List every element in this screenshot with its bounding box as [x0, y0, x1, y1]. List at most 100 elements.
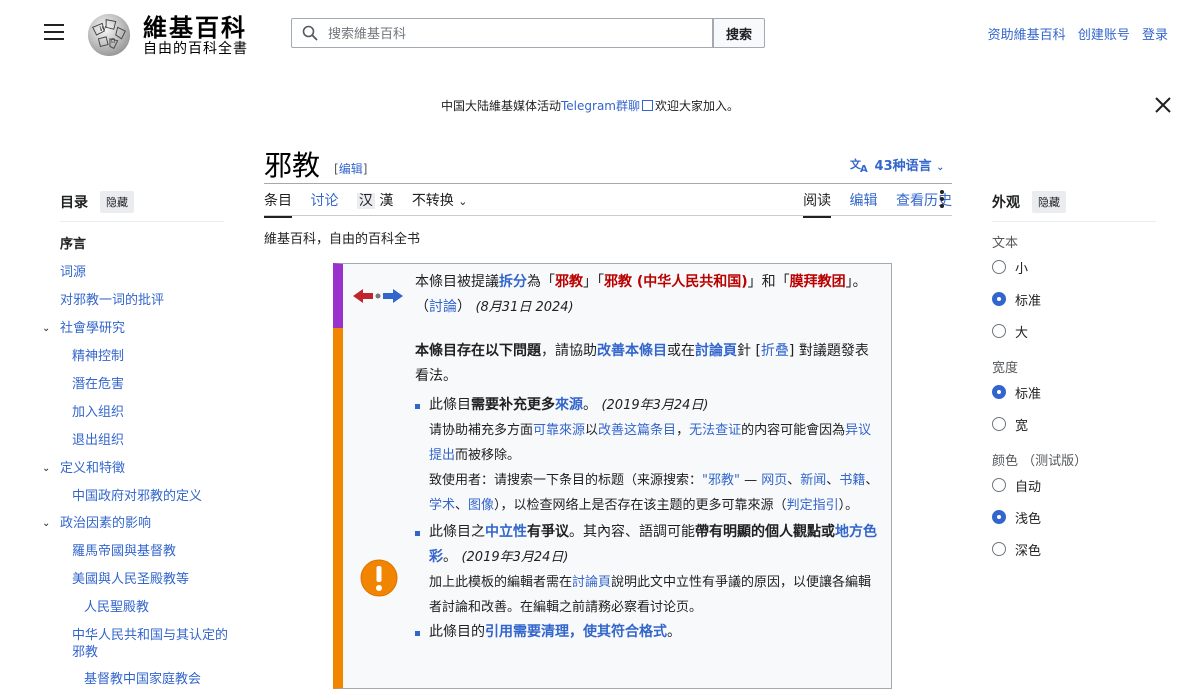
search-news-link[interactable]: 新闻: [800, 473, 826, 488]
color-option[interactable]: 浅色: [992, 501, 1156, 533]
radio-button[interactable]: [992, 510, 1006, 524]
language-button[interactable]: 文 A 43种语言 ⌄: [850, 155, 945, 175]
toc-item[interactable]: 序言: [60, 231, 230, 259]
toc-item[interactable]: 基督教中国家庭教会: [60, 666, 230, 694]
wikipedia-globe-logo[interactable]: W Ω: [84, 10, 134, 58]
text-size-option[interactable]: 大: [992, 315, 1156, 347]
toc-item[interactable]: 退出组织: [60, 427, 230, 455]
radio-button[interactable]: [992, 417, 1006, 431]
search-web-link[interactable]: 网页: [761, 473, 787, 488]
toc-item[interactable]: 对邪教一词的批评: [60, 287, 230, 315]
toc-item[interactable]: ⌄ 定义和特徵: [42, 455, 230, 483]
collapse-link[interactable]: 折叠: [761, 343, 789, 359]
color-option[interactable]: 自动: [992, 469, 1156, 501]
text-size-option[interactable]: 小: [992, 251, 1156, 283]
search-term-link[interactable]: "邪教": [702, 473, 740, 488]
chevron-down-icon[interactable]: ⌄: [42, 315, 50, 343]
search-button[interactable]: 搜索: [713, 18, 765, 48]
split-arrows-icon: [353, 289, 403, 303]
npov-talk-link[interactable]: 討論頁: [572, 575, 611, 590]
search-scholar-link[interactable]: 学术: [429, 498, 455, 513]
target-link-1[interactable]: 邪教: [555, 274, 583, 290]
toc-item[interactable]: 潛在危害: [60, 371, 230, 399]
color-option[interactable]: 深色: [992, 533, 1156, 565]
guideline-link[interactable]: 判定指引: [787, 498, 839, 513]
radio-button[interactable]: [992, 292, 1006, 306]
toc-item[interactable]: 羅馬帝國與基督教: [60, 538, 230, 566]
radio-button[interactable]: [992, 324, 1006, 338]
toc-item-label: 序言: [60, 237, 87, 252]
tab-talk[interactable]: 讨论: [310, 190, 338, 216]
appearance-hide-button[interactable]: 隐藏: [1032, 191, 1066, 213]
issue-npov-detail: 加上此模板的編輯者需在討論頁說明此文中立性有爭議的原因，以便讓各編輯者討論和改善…: [415, 570, 879, 620]
neutrality-link[interactable]: 中立性: [485, 524, 527, 540]
search-images-link[interactable]: 图像: [468, 498, 494, 513]
split-link[interactable]: 拆分: [499, 274, 527, 290]
color-option-label: 自动: [1015, 479, 1042, 495]
tab-read[interactable]: 阅读: [803, 190, 832, 218]
issue-npov: 此條目之中立性有爭议。其內容、語調可能帶有明顯的個人觀點或地方色彩。 (2019…: [415, 520, 879, 570]
login-link[interactable]: 登录: [1142, 28, 1168, 43]
variant-dropdown[interactable]: 不转换 ⌄: [412, 190, 468, 216]
telegram-link[interactable]: Telegram群聊: [561, 99, 640, 113]
discuss-link[interactable]: 討論: [429, 299, 457, 315]
svg-text:A: A: [860, 164, 868, 173]
toc-item[interactable]: 中华人民共和国与其认定的邪教: [60, 622, 230, 666]
toc-item[interactable]: ⌄ 社會學研究: [42, 315, 230, 343]
donate-link[interactable]: 资助維基百科: [988, 28, 1066, 43]
intro-b: ，請協助: [541, 343, 597, 359]
toc-item[interactable]: 美國與人民圣殿教等: [60, 566, 230, 594]
target-link-3[interactable]: 膜拜教团: [790, 274, 846, 290]
tab-edit[interactable]: 编辑: [850, 190, 878, 216]
toc-item[interactable]: ⌄ 政治因素的影响: [42, 510, 230, 538]
search-input[interactable]: [326, 22, 700, 46]
improve-link[interactable]: 改善本條目: [597, 343, 667, 359]
radio-button[interactable]: [992, 478, 1006, 492]
tab-article[interactable]: 条目: [264, 190, 292, 218]
sources-link[interactable]: 來源: [555, 397, 583, 413]
talk-page-link[interactable]: 討論頁: [695, 343, 737, 359]
intro-a: 本條目存在以下問題: [415, 343, 541, 359]
main-menu-icon[interactable]: [44, 24, 64, 40]
toc-item[interactable]: 加入组织: [60, 399, 230, 427]
i1-n7: 、: [826, 473, 840, 488]
improve-article-link[interactable]: 改善这篇条目: [598, 423, 676, 438]
radio-button[interactable]: [992, 385, 1006, 399]
toc-title: 目录: [60, 195, 88, 211]
toc-item[interactable]: 人民聖殿教: [60, 594, 230, 622]
color-option-label: 深色: [1015, 543, 1042, 559]
issues-intro: 本條目存在以下問題，請協助改善本條目或在討論頁針 [折叠] 對議題發表看法。: [415, 339, 879, 389]
toc-item[interactable]: 词源: [60, 259, 230, 287]
target-link-2[interactable]: 邪教 (中华人民共和国): [604, 274, 748, 290]
issue-refimprove-search: 致使用者：请搜索一下条目的标题（来源搜索："邪教" — 网页、新闻、书籍、学术、…: [415, 468, 879, 518]
toc-item-label: 基督教中国家庭教会: [84, 672, 202, 687]
search-books-link[interactable]: 书籍: [839, 473, 865, 488]
text-size-option-label: 大: [1015, 325, 1029, 341]
toc-item[interactable]: 精神控制: [60, 343, 230, 371]
text-size-option[interactable]: 标准: [992, 283, 1156, 315]
variant-hant[interactable]: 漢: [379, 193, 393, 209]
chevron-down-icon[interactable]: ⌄: [42, 455, 50, 483]
search-box[interactable]: [291, 18, 713, 48]
create-account-link[interactable]: 创建账号: [1078, 28, 1130, 43]
unverifiable-link[interactable]: 无法查证: [689, 423, 741, 438]
citation-cleanup-link[interactable]: 引用需要清理，使其符合格式: [485, 624, 667, 640]
more-actions-icon[interactable]: [940, 190, 946, 210]
toc-item-label: 精神控制: [72, 349, 125, 364]
radio-button[interactable]: [992, 542, 1006, 556]
width-option[interactable]: 宽: [992, 408, 1156, 440]
i1-d: 。: [583, 397, 597, 413]
title-edit-link[interactable]: [编辑]: [334, 160, 367, 177]
radio-button[interactable]: [992, 260, 1006, 274]
reliable-sources-link[interactable]: 可靠來源: [533, 423, 585, 438]
toc-item[interactable]: 中国政府对邪教的定义: [60, 483, 230, 510]
toc-hide-button[interactable]: 隐藏: [100, 191, 134, 213]
chevron-down-icon[interactable]: ⌄: [42, 510, 50, 538]
i2-d: 。其內容、語調可能: [569, 524, 695, 540]
variant-hans[interactable]: 汉: [356, 193, 375, 209]
width-option[interactable]: 标准: [992, 376, 1156, 408]
variant-switch[interactable]: 汉 漢: [356, 190, 393, 216]
table-of-contents: 目录 隐藏 序言词源 对邪教一词的批评 ⌄ 社會學研究精神控制潛在危害 加入组织 退出组织…: [42, 191, 230, 694]
i1-n5: 、: [787, 473, 801, 488]
close-icon[interactable]: [1154, 96, 1172, 114]
